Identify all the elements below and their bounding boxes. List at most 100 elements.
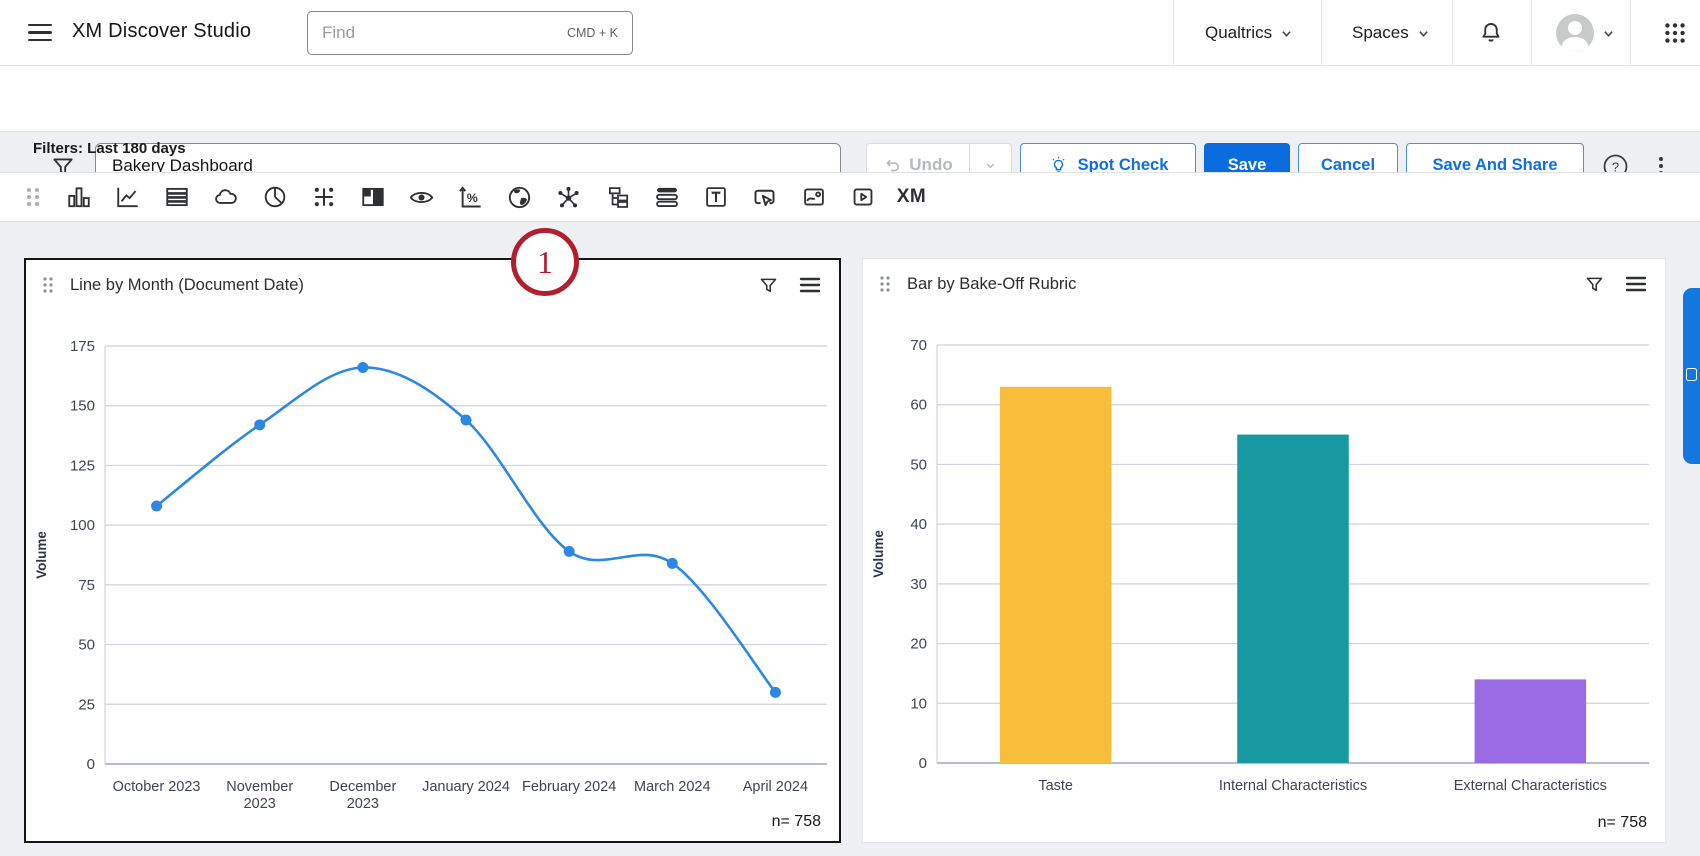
svg-text:Volume: Volume (871, 530, 886, 578)
svg-text:%: % (467, 191, 478, 205)
tool-video[interactable] (838, 172, 887, 222)
tool-percent-trend[interactable]: % (446, 172, 495, 222)
annotation-number: 1 (537, 244, 553, 281)
svg-text:25: 25 (78, 696, 95, 713)
svg-text:January 2024: January 2024 (422, 779, 510, 795)
tool-metric[interactable] (299, 172, 348, 222)
tool-stacked-list[interactable] (642, 172, 691, 222)
hamburger-menu-icon (1625, 275, 1647, 293)
xm-logo: XM (897, 186, 927, 208)
search-placeholder: Find (322, 23, 567, 43)
spaces-menu[interactable]: Spaces (1352, 0, 1429, 66)
search-shortcut-hint: CMD + K (567, 26, 618, 40)
hierarchy-icon (605, 184, 631, 210)
filter-icon (758, 275, 779, 296)
eye-icon (408, 184, 435, 211)
svg-text:20: 20 (910, 636, 927, 653)
bar-chart: 010203040506070VolumeTasteInternal Chara… (863, 309, 1665, 834)
svg-text:March 2024: March 2024 (634, 779, 711, 795)
tool-xm[interactable]: XM (887, 172, 936, 222)
right-panel-handle[interactable] (1683, 288, 1700, 464)
chevron-down-icon (1281, 28, 1292, 39)
app-title: XM Discover Studio (72, 20, 251, 43)
tool-table[interactable] (152, 172, 201, 222)
svg-text:50: 50 (910, 456, 927, 473)
tool-network[interactable] (544, 172, 593, 222)
widget-title: Line by Month (Document Date) (70, 276, 304, 295)
svg-text:175: 175 (70, 338, 95, 355)
sample-size-label: n= 758 (1598, 814, 1647, 832)
toolbar-drag-handle[interactable] (12, 172, 54, 222)
tool-line-chart[interactable] (103, 172, 152, 222)
app-switcher-button[interactable] (1662, 0, 1688, 66)
divider (1630, 0, 1631, 66)
table-icon (164, 184, 190, 210)
divider (1531, 0, 1532, 66)
tool-button[interactable] (740, 172, 789, 222)
bar-chart-widget[interactable]: Bar by Bake-Off Rubric 010203040506070Vo… (862, 258, 1666, 843)
svg-text:External Characteristics: External Characteristics (1454, 778, 1607, 794)
chevron-down-icon (1603, 28, 1614, 39)
main-menu-icon[interactable] (28, 24, 52, 42)
widget-filter-button[interactable] (1581, 271, 1607, 297)
divider (1452, 0, 1453, 66)
tool-bar-chart[interactable] (54, 172, 103, 222)
svg-text:40: 40 (910, 516, 927, 533)
tool-map[interactable] (495, 172, 544, 222)
pie-chart-icon (262, 184, 288, 210)
tool-hierarchy[interactable] (593, 172, 642, 222)
filters-summary: Filters: Last 180 days (33, 140, 186, 157)
line-chart-icon (115, 184, 141, 210)
notifications-button[interactable] (1478, 0, 1504, 66)
cloud-icon (213, 184, 239, 210)
account-menu[interactable] (1556, 0, 1614, 66)
divider (1173, 0, 1174, 66)
svg-text:February 2024: February 2024 (522, 779, 616, 795)
tool-heatmap[interactable] (348, 172, 397, 222)
svg-text:50: 50 (78, 637, 95, 654)
widget-drag-handle-icon[interactable] (42, 276, 54, 294)
filter-icon (1584, 274, 1605, 295)
widget-header: Bar by Bake-Off Rubric (863, 259, 1665, 309)
percent-trend-icon: % (457, 184, 484, 211)
tool-pie-chart[interactable] (250, 172, 299, 222)
svg-text:November2023: November2023 (226, 779, 293, 812)
qualtrics-menu[interactable]: Qualtrics (1205, 0, 1292, 66)
line-chart-widget[interactable]: Line by Month (Document Date) 0255075100… (24, 258, 841, 843)
svg-text:60: 60 (910, 397, 927, 414)
tool-word-cloud[interactable] (201, 172, 250, 222)
svg-text:100: 100 (70, 517, 95, 534)
widget-header: Line by Month (Document Date) (26, 260, 839, 310)
svg-text:10: 10 (910, 695, 927, 712)
avatar (1556, 14, 1594, 52)
widget-menu-button[interactable] (797, 272, 823, 298)
widget-filter-button[interactable] (755, 272, 781, 298)
stacked-bars-icon (653, 183, 681, 211)
svg-text:125: 125 (70, 457, 95, 474)
button-select-icon (751, 184, 778, 211)
tool-text[interactable] (691, 172, 740, 222)
hamburger-menu-icon (799, 276, 821, 294)
svg-text:0: 0 (87, 756, 95, 773)
widget-menu-button[interactable] (1623, 271, 1649, 297)
tool-preview[interactable] (397, 172, 446, 222)
svg-text:October 2023: October 2023 (113, 779, 201, 795)
widget-title: Bar by Bake-Off Rubric (907, 275, 1076, 294)
text-box-icon (703, 184, 729, 210)
svg-text:70: 70 (910, 337, 927, 354)
top-app-bar: XM Discover Studio Find CMD + K Qualtric… (0, 0, 1700, 66)
widget-drag-handle-icon[interactable] (879, 275, 891, 293)
divider (1321, 0, 1322, 66)
video-icon (850, 184, 876, 210)
tool-image[interactable] (789, 172, 838, 222)
annotation-step-1: 1 (511, 228, 579, 296)
metric-icon (311, 184, 337, 210)
globe-icon (506, 184, 533, 211)
network-icon (555, 184, 582, 211)
global-search-input[interactable]: Find CMD + K (307, 11, 633, 55)
svg-text:April 2024: April 2024 (743, 779, 808, 795)
svg-text:Taste: Taste (1038, 778, 1073, 794)
chevron-down-icon (985, 160, 996, 171)
apps-grid-icon (1662, 20, 1688, 46)
line-chart: 0255075100125150175VolumeOctober 2023Nov… (26, 310, 839, 835)
